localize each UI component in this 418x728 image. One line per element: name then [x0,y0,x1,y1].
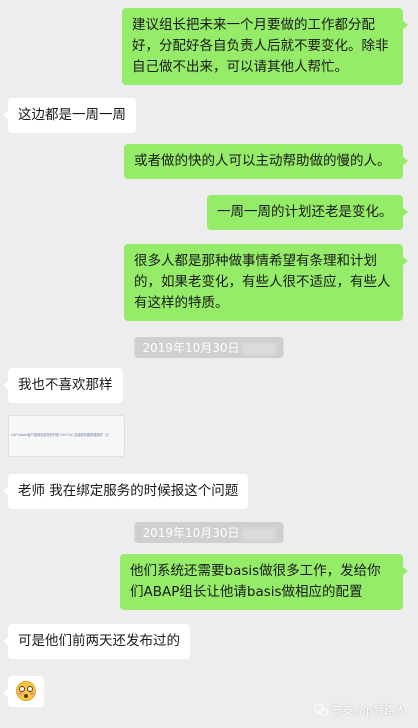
screenshot-image-message[interactable]: SAP odata客户端绑定服务的时候 SAP GUI 连接服务器报错服务（已 [8,415,125,457]
message-text: 老师 我在绑定服务的时候报这个问题 [18,483,239,499]
thumbnail-text: SAP odata客户端绑定服务的时候 SAP GUI 连接服务器报错服务（已 [11,433,110,437]
message-text: 我也不喜欢那样 [18,377,113,393]
timestamp: 2019年10月30日 [134,337,284,358]
wechat-icon [313,704,328,716]
message-text: 这边都是一周一周 [18,107,126,123]
message-bubble-received[interactable]: 我也不喜欢那样 [3,368,123,403]
message-text: 一周一周的计划还老是变化。 [217,204,393,220]
message-text: 建议组长把未来一个月要做的工作都分配好，分配好各自负责人后就不要变化。除非自己做… [132,17,389,75]
timestamp: 2019年10月30日 [134,522,284,543]
message-bubble-received[interactable]: 老师 我在绑定服务的时候报这个问题 [2,474,249,509]
message-text: 很多人都是那种做事情希望有条理和计划的，如果老变化，有些人很不适应，有些人有这样… [134,253,391,311]
flushed-face-emoji-icon [16,681,36,701]
message-bubble-sent[interactable]: 建议组长把未来一个月要做的工作都分配好，分配好各自负责人后就不要变化。除非自己做… [122,8,408,85]
message-text: 可是他们前两天还发布过的 [18,633,180,649]
blurred-region [241,342,276,355]
message-text: 他们系统还需要basis做很多工作，发给你们ABAP组长让他请basis做相应的… [130,563,381,600]
message-bubble-received[interactable]: 可是他们前两天还发布过的 [3,624,190,659]
timestamp-text: 2019年10月30日 [142,341,240,355]
watermark-text: 普泰sap领路人 [331,704,406,717]
message-bubble-sent[interactable]: 一周一周的计划还老是变化。 [207,195,408,230]
message-bubble-sent[interactable]: 很多人都是那种做事情希望有条理和计划的，如果老变化，有些人很不适应，有些人有这样… [124,244,408,321]
watermark: 普泰sap领路人 [313,702,406,718]
message-bubble-sent[interactable]: 或者做的快的人可以主动帮助做的慢的人。 [124,144,408,179]
message-bubble-received[interactable]: 这边都是一周一周 [3,98,136,133]
timestamp-text: 2019年10月30日 [142,526,240,540]
message-text: 或者做的快的人可以主动帮助做的慢的人。 [134,153,391,169]
message-bubble-sent[interactable]: 他们系统还需要basis做很多工作，发给你们ABAP组长让他请basis做相应的… [120,554,408,610]
message-bubble-received[interactable] [3,676,44,707]
blurred-region [241,527,276,540]
